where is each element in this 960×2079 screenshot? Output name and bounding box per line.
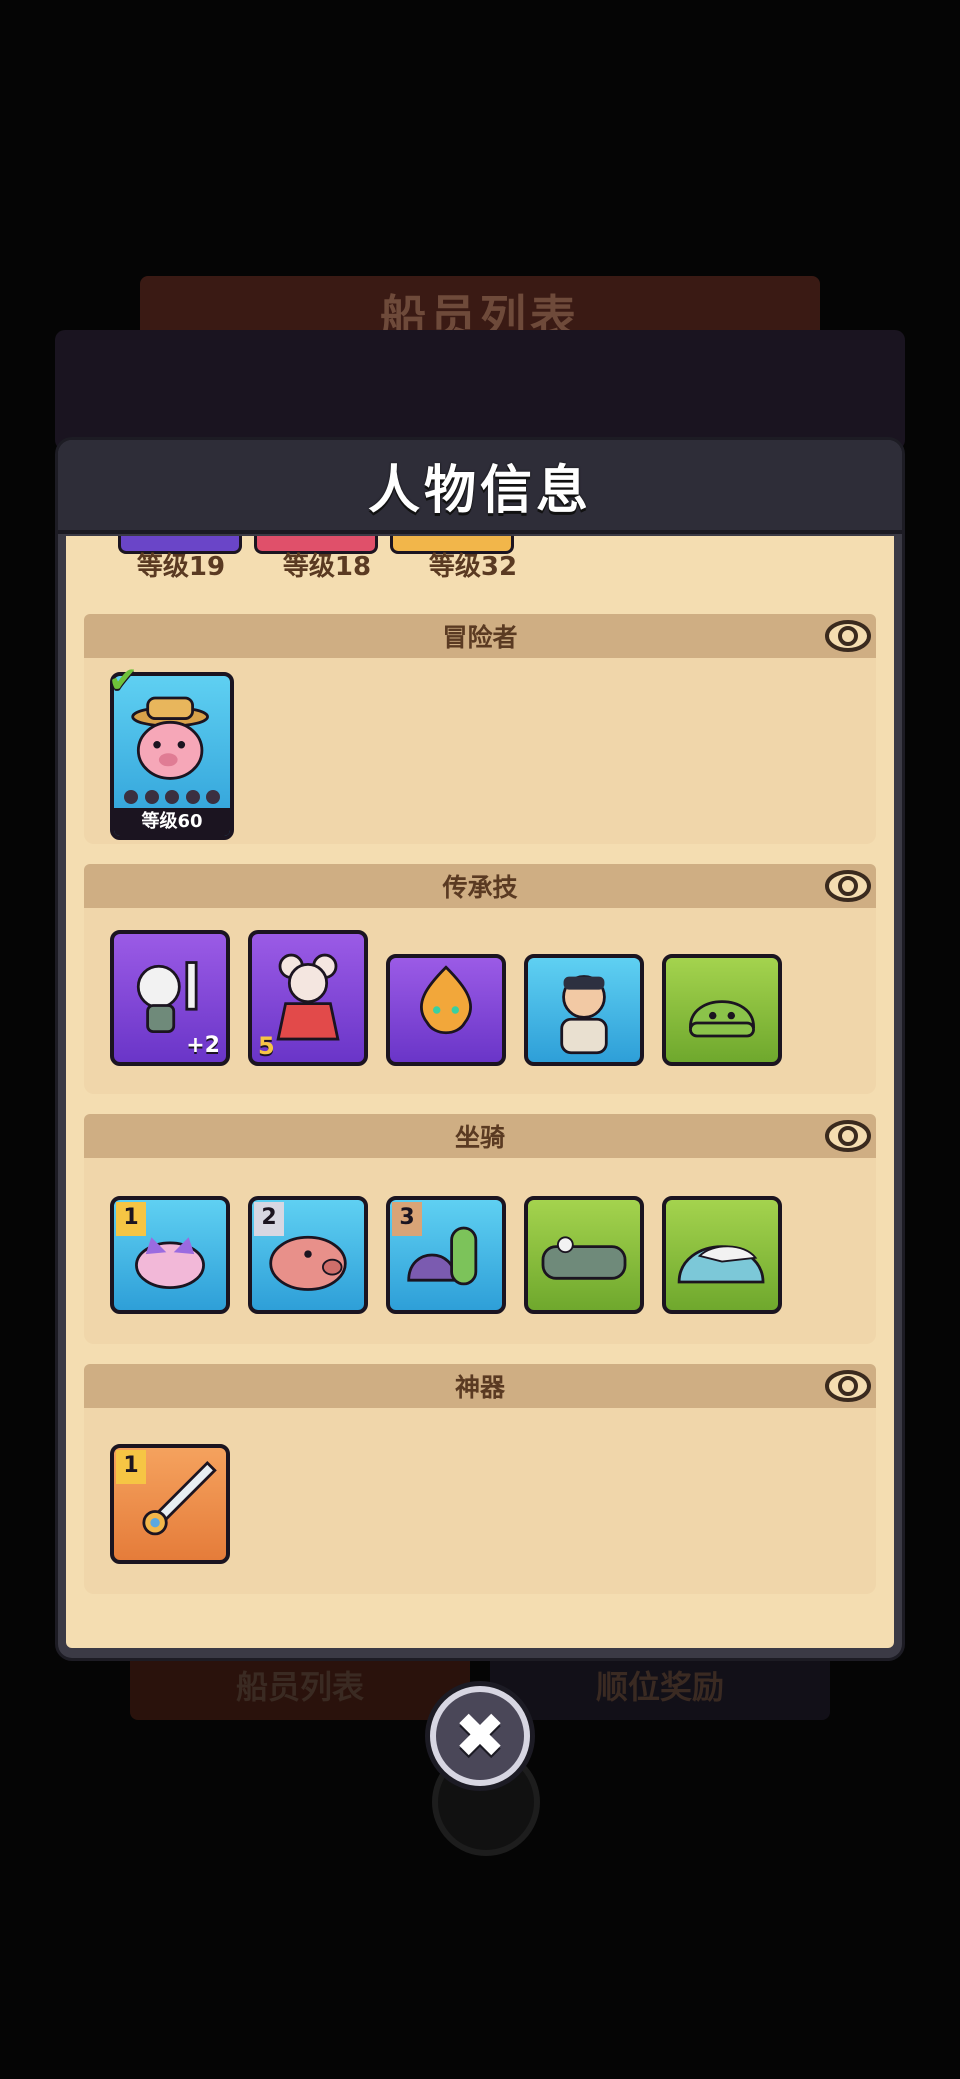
flame-spirit-icon xyxy=(420,965,472,1035)
check-icon: ✔ xyxy=(108,660,139,701)
section-header: 神器 xyxy=(84,1364,876,1408)
section-title: 坐骑 xyxy=(454,1123,505,1152)
skill-card[interactable]: +2 xyxy=(110,930,230,1066)
star-rating xyxy=(124,790,220,804)
eye-icon[interactable] xyxy=(824,862,872,910)
mount-card[interactable] xyxy=(662,1196,782,1314)
card-level: 等级60 xyxy=(114,808,230,836)
section-header: 冒险者 xyxy=(84,614,876,658)
dialog-title: 人物信息 xyxy=(367,460,592,521)
mount-rank: 2 xyxy=(254,1202,284,1236)
background-banner xyxy=(55,330,905,450)
snail-icon xyxy=(677,1245,765,1284)
mount-rank: 3 xyxy=(392,1202,422,1236)
skill-level: 5 xyxy=(258,1032,275,1060)
background-tab-crew: 船员列表 xyxy=(130,1650,470,1720)
section-legacy-skills: 传承技 +2 5 xyxy=(84,864,876,1094)
crocodile-icon xyxy=(541,1236,627,1280)
skill-bonus: +2 xyxy=(186,1033,220,1058)
close-button[interactable]: ✖ xyxy=(430,1686,530,1786)
section-mounts: 坐骑 1 2 3 xyxy=(84,1114,876,1344)
level-label: 等级19 xyxy=(136,552,226,582)
mount-card[interactable]: 3 xyxy=(386,1196,506,1314)
section-title: 冒险者 xyxy=(442,623,518,652)
skill-card[interactable] xyxy=(524,954,644,1066)
eye-icon[interactable] xyxy=(824,1362,872,1410)
mount-card[interactable] xyxy=(524,1196,644,1314)
eye-icon[interactable] xyxy=(824,1112,872,1160)
skill-card[interactable] xyxy=(662,954,782,1066)
mount-card[interactable]: 1 xyxy=(110,1196,230,1314)
section-artifact: 神器 1 xyxy=(84,1364,876,1594)
section-adventurer: 冒险者 等级60 ✔ xyxy=(84,614,876,844)
level-label: 等级18 xyxy=(282,552,372,582)
top-level-labels: 等级19 等级18 等级32 xyxy=(126,546,528,583)
dialog-header: 人物信息 xyxy=(58,440,902,534)
mount-rank: 1 xyxy=(116,1202,146,1236)
section-header: 坐骑 xyxy=(84,1114,876,1158)
section-title: 传承技 xyxy=(442,873,518,902)
skill-card[interactable] xyxy=(386,954,506,1066)
section-title: 神器 xyxy=(454,1373,505,1402)
dialog-body[interactable]: 等级19 等级18 等级32 冒险者 等级60 ✔ 传承技 +2 5 坐骑 1 … xyxy=(66,536,894,1648)
mount-card[interactable]: 2 xyxy=(248,1196,368,1314)
artifact-rank: 1 xyxy=(116,1450,146,1484)
close-icon: ✖ xyxy=(454,1699,506,1772)
slime-icon xyxy=(689,1000,755,1038)
section-header: 传承技 xyxy=(84,864,876,908)
eye-icon[interactable] xyxy=(824,612,872,660)
background-tab-reward: 顺位奖励 xyxy=(490,1650,830,1720)
character-info-dialog: 人物信息 等级19 等级18 等级32 冒险者 等级60 ✔ 传承技 +2 5 … xyxy=(58,440,902,1658)
skill-card[interactable]: 5 xyxy=(248,930,368,1066)
level-label: 等级32 xyxy=(428,552,518,582)
artifact-card[interactable]: 1 xyxy=(110,1444,230,1564)
warrior-icon xyxy=(560,975,608,1055)
